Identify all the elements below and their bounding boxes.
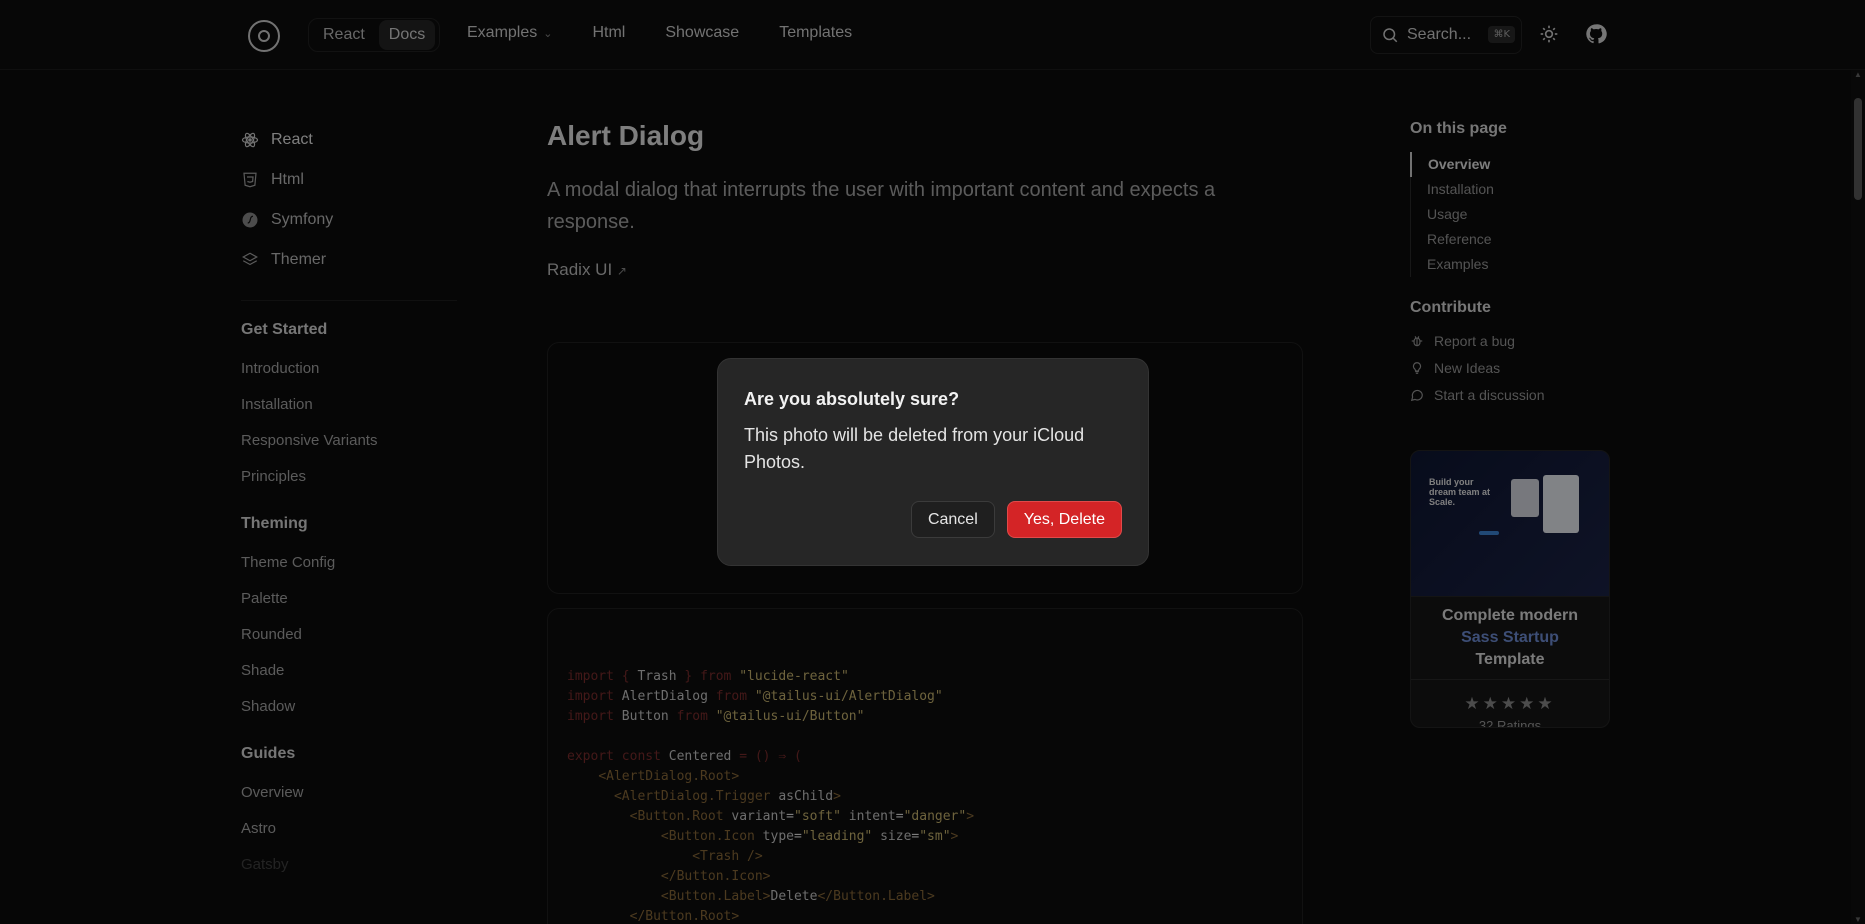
cancel-button[interactable]: Cancel <box>910 501 995 538</box>
alert-dialog: Are you absolutely sure? This photo will… <box>717 358 1149 566</box>
confirm-delete-button[interactable]: Yes, Delete <box>1006 501 1122 538</box>
page: React Docs Examples ⌄ Html Showcase Templ… <box>0 0 1865 924</box>
dialog-actions: Cancel Yes, Delete <box>910 501 1122 538</box>
dialog-title: Are you absolutely sure? <box>744 389 960 409</box>
dialog-description: This photo will be deleted from your iCl… <box>744 425 1085 472</box>
